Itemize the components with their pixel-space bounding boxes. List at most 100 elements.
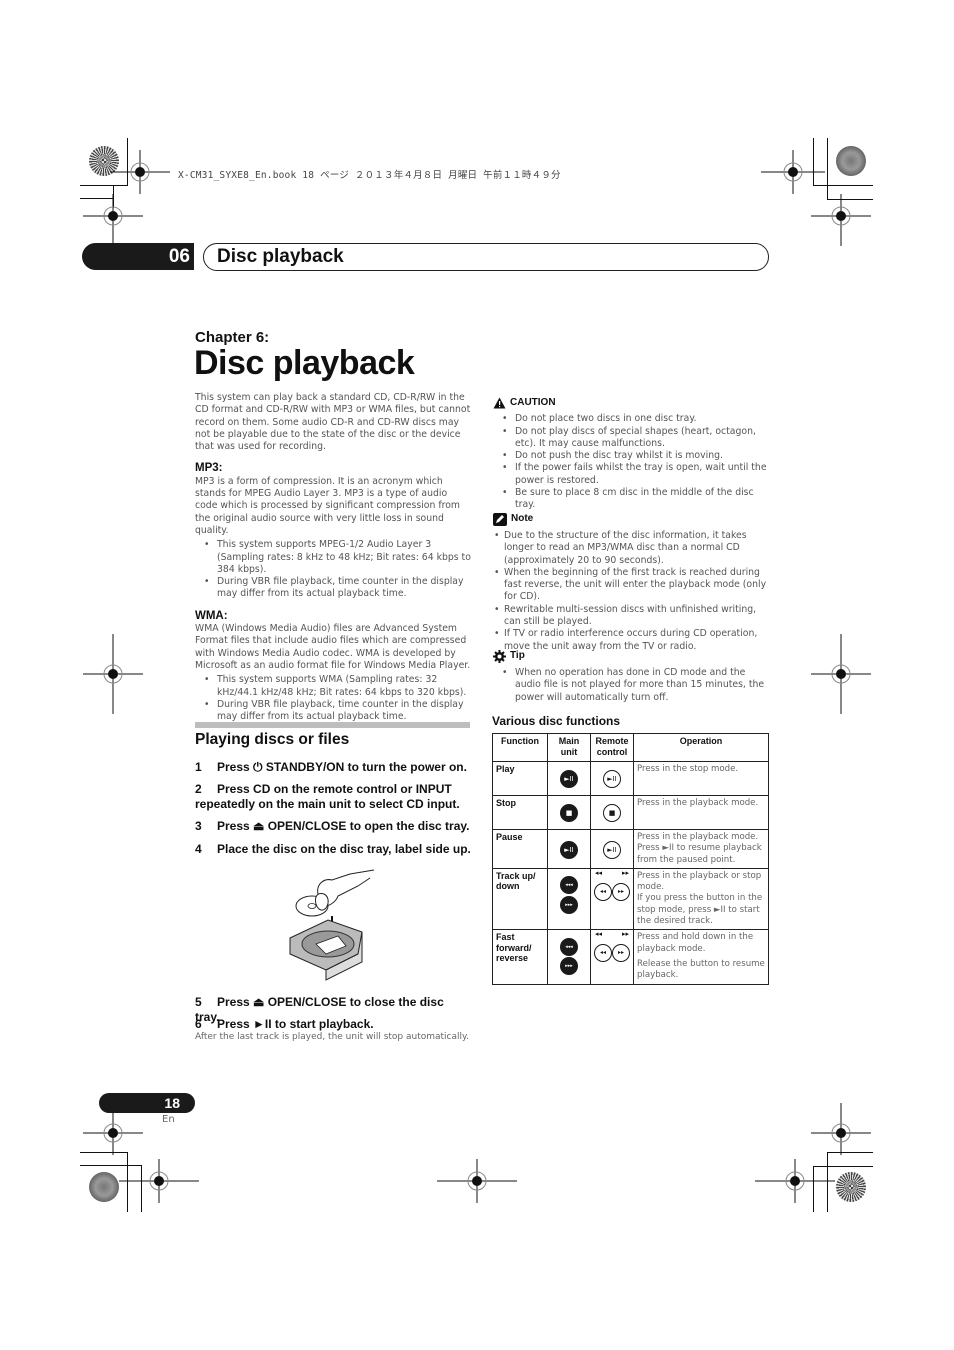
intro-paragraph: This system can play back a standard CD,… — [195, 392, 471, 453]
tip-header: Tip — [493, 650, 769, 663]
registration-mark-icon — [755, 1159, 835, 1203]
play-pause-button-icon: ►II — [560, 840, 578, 859]
step-text: Press ⏻ STANDBY/ON to turn the power on. — [217, 760, 467, 774]
disc-functions-table: Function Main unit Remote control Operat… — [492, 733, 769, 986]
disc-tray-illustration — [289, 869, 375, 981]
step-4: 4 Place the disc on the disc tray, label … — [195, 842, 471, 857]
registration-ball-icon — [836, 1172, 866, 1202]
list-item: Be sure to place 8 cm disc in the middle… — [502, 487, 769, 512]
tip-box: Tip When no operation has done in CD mod… — [493, 650, 769, 704]
list-item: When no operation has done in CD mode an… — [502, 667, 769, 704]
forward-remote-icon: ▸▸ — [612, 882, 630, 901]
step-number: 4 — [195, 842, 202, 856]
next-button-icon: ▸▸▸ — [560, 957, 578, 976]
step-1: 1 Press ⏻ STANDBY/ON to turn the power on… — [195, 760, 471, 775]
main-unit-cell: ■ — [547, 795, 591, 830]
remote-icons: ◂◂ ▸▸ — [594, 882, 630, 901]
mp3-heading: MP3: — [195, 462, 223, 475]
remote-cell: ►II — [590, 761, 634, 796]
previous-button-icon: ◂◂◂ — [560, 876, 578, 895]
caution-box: CAUTION Do not place two discs in one di… — [493, 397, 769, 512]
registration-mark-icon — [437, 1159, 517, 1203]
operation-text: Release the button to resume playback. — [637, 958, 765, 981]
functions-table-heading: Various disc functions — [492, 714, 621, 728]
note-pencil-icon — [493, 513, 507, 526]
note-header: Note — [493, 513, 769, 526]
table-row: Stop ■ ■ Press in the playback mode. — [492, 795, 769, 830]
column-header: Function — [492, 733, 548, 762]
step-number: 6 — [195, 1017, 202, 1031]
main-unit-cell: ►II — [547, 829, 591, 869]
tip-gear-icon — [493, 650, 506, 663]
caution-header: CAUTION — [493, 397, 769, 409]
after-playback-note: After the last track is played, the unit… — [195, 1032, 469, 1042]
tip-heading: Tip — [510, 650, 525, 662]
section-divider — [195, 722, 470, 728]
left-column: This system can play back a standard CD,… — [195, 392, 471, 723]
tip-bullets: When no operation has done in CD mode an… — [493, 667, 769, 704]
remote-buttons: ◂◂ ▸▸ ◂◂ ▸▸ — [592, 868, 632, 905]
stop-button-icon: ■ — [560, 804, 578, 823]
page-title: Disc playback — [194, 344, 415, 382]
operation-cell: Press in the playback mode. Press ►II to… — [633, 829, 769, 869]
play-pause-button-icon: ►II — [560, 770, 578, 789]
remote-buttons: ◂◂ ▸▸ ◂◂ ▸▸ — [592, 930, 632, 966]
note-box: Note Due to the structure of the disc in… — [493, 513, 769, 653]
list-item: This system supports MPEG-1/2 Audio Laye… — [204, 539, 471, 576]
list-item: This system supports WMA (Sampling rates… — [204, 674, 471, 699]
operation-text: If you press the button in the stop mode… — [637, 893, 763, 927]
remote-cell: ◂◂ ▸▸ ◂◂ ▸▸ — [590, 867, 634, 931]
rewind-remote-icon: ◂◂ — [594, 882, 612, 901]
column-header: Operation — [633, 733, 769, 762]
list-item: If the power fails whilst the tray is op… — [502, 462, 769, 487]
page-language: En — [162, 1114, 175, 1125]
step-number: 3 — [195, 819, 202, 833]
list-item: Do not play discs of special shapes (hea… — [502, 426, 769, 451]
operation-text: Press in the playback mode. — [637, 798, 759, 808]
table-row: Fast forward/ reverse ◂◂◂ ▸▸▸ ◂◂ ▸▸ ◂◂ ▸… — [492, 929, 769, 986]
remote-icons: ◂◂ ▸▸ — [594, 944, 630, 963]
operation-text: Press in the playback mode. Press ►II to… — [637, 832, 762, 865]
registration-mark-icon — [119, 1159, 199, 1203]
operation-text: Press in the stop mode. — [637, 764, 739, 774]
step-text: Press ⏏ OPEN/CLOSE to open the disc tray… — [217, 819, 470, 833]
page-number: 18 — [164, 1095, 180, 1111]
registration-mark-icon — [811, 634, 871, 714]
operation-cell: Press in the playback or stop mode. If y… — [633, 867, 769, 931]
list-item: Due to the structure of the disc informa… — [494, 530, 769, 567]
table-header-row: Function Main unit Remote control Operat… — [492, 733, 769, 762]
note-bullets: Due to the structure of the disc informa… — [493, 530, 769, 653]
list-item: Rewritable multi-session discs with unfi… — [494, 604, 769, 629]
list-item: Do not push the disc tray whilst it is m… — [502, 450, 769, 463]
forward-label: ▸▸ — [621, 868, 629, 877]
list-item: Do not place two discs in one disc tray. — [502, 413, 769, 426]
rewind-remote-icon: ◂◂ — [594, 944, 612, 963]
caution-heading: CAUTION — [510, 397, 556, 408]
main-unit-cell: ◂◂◂ ▸▸▸ — [547, 867, 591, 931]
registration-mark-icon — [83, 634, 143, 714]
stop-remote-icon: ■ — [603, 804, 621, 823]
forward-label: ▸▸ — [621, 930, 629, 939]
step-text: Press ►II to start playback. — [217, 1017, 374, 1031]
page-number-tab — [99, 1093, 195, 1113]
play-pause-remote-icon: ►II — [603, 770, 621, 789]
step-number: 5 — [195, 995, 202, 1009]
section-heading: Playing discs or files — [195, 731, 350, 748]
mp3-paragraph: MP3 is a form of compression. It is an a… — [195, 475, 460, 536]
print-header: X-CM31_SYXE8_En.book 18 ページ ２０１３年４月８日 月曜… — [178, 170, 561, 181]
list-item: When the beginning of the first track is… — [494, 567, 769, 604]
column-header: Remote control — [590, 733, 634, 762]
operation-text: Press in the playback or stop mode. — [637, 870, 762, 893]
function-name: Track up/ down — [492, 867, 548, 931]
table-row: Pause ►II ►II Press in the playback mode… — [492, 829, 769, 869]
operation-cell: Press and hold down in the playback mode… — [633, 929, 769, 986]
step-text: Press CD on the remote control or INPUT … — [195, 782, 460, 811]
registration-mark-icon — [811, 194, 871, 246]
function-name: Stop — [492, 795, 548, 830]
chapter-number: 06 — [168, 246, 190, 267]
mp3-bullets: This system supports MPEG-1/2 Audio Laye… — [195, 539, 471, 600]
step-3: 3 Press ⏏ OPEN/CLOSE to open the disc tra… — [195, 819, 471, 834]
function-name: Pause — [492, 829, 548, 869]
forward-remote-icon: ▸▸ — [612, 944, 630, 963]
main-unit-cell: ►II — [547, 761, 591, 796]
